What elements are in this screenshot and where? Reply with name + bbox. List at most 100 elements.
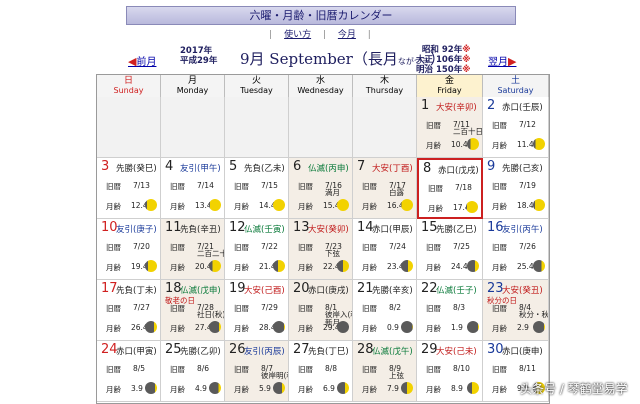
day-cell[interactable]: 12 仏滅(壬寅) 旧暦 7/22 月齢 21.4 bbox=[225, 219, 289, 280]
rokuyo-label: 仏滅(壬寅) bbox=[244, 225, 285, 235]
day-cell[interactable]: 1 大安(辛卯) 旧暦 7/11 二百十日 月齢 10.4 bbox=[417, 97, 483, 158]
right-arrow-icon: ▶ bbox=[508, 55, 517, 68]
day-cell[interactable]: 13 大安(癸卯) 旧暦 7/23 下弦 月齢 22.4 bbox=[289, 219, 353, 280]
moon-phase-icon bbox=[467, 260, 479, 272]
kyureki-label: 旧暦 bbox=[492, 243, 507, 252]
day-cell[interactable]: 24 赤口(甲寅) 旧暦 8/5 月齢 3.9 bbox=[97, 341, 161, 402]
getsurei-label: 月齢 bbox=[106, 324, 121, 333]
moon-phase-icon bbox=[145, 260, 157, 272]
era-showa: 昭和 92年※ bbox=[421, 45, 471, 55]
day-cell[interactable]: 23大安(癸丑)秋分の日旧暦8/4秋分・秋の彼岸月齢2.9 bbox=[483, 280, 549, 341]
day-cell[interactable]: 9 先勝(己亥) 旧暦 7/19 月齢 18.4 bbox=[483, 158, 549, 219]
top-nav: | 使い方 | 今月 | bbox=[126, 27, 514, 40]
calendar-title: 六曜・月齢・旧暦カレンダー bbox=[126, 6, 516, 25]
getsurei-label: 月齢 bbox=[106, 385, 121, 394]
day-cell[interactable]: 5 先負(乙未) 旧暦 7/15 月齢 14.4 bbox=[225, 158, 289, 219]
this-month-link[interactable]: 今月 bbox=[338, 30, 356, 40]
kyureki-value: 8/10 bbox=[453, 364, 470, 373]
empty-day-cell bbox=[289, 97, 353, 158]
getsurei-label: 月齢 bbox=[428, 204, 443, 213]
kyureki-label: 旧暦 bbox=[234, 365, 249, 374]
kyureki-value: 7/14 bbox=[197, 181, 214, 190]
day-cell[interactable]: 29 大安(己未) 旧暦 8/10 月齢 8.9 bbox=[417, 341, 483, 402]
day-cell[interactable]: 17 先負(丁未) 旧暦 7/27 月齢 26.4 bbox=[97, 280, 161, 341]
day-cell[interactable]: 27 先負(丁巳) 旧暦 8/8 月齢 6.9 bbox=[289, 341, 353, 402]
rokuyo-label: 仏滅(戊午) bbox=[372, 347, 413, 357]
weekday-en: Thursday bbox=[365, 86, 404, 95]
kyureki-value: 7/13 bbox=[133, 181, 150, 190]
day-cell[interactable]: 2 赤口(壬辰) 旧暦 7/12 月齢 11.4 bbox=[483, 97, 549, 158]
rokuyo-label: 先負(辛丑) bbox=[180, 225, 221, 235]
kyureki-value: 7/24 bbox=[389, 242, 406, 251]
day-note: 下弦 bbox=[325, 249, 340, 258]
kyureki-label: 旧暦 bbox=[362, 182, 377, 191]
day-cell[interactable]: 3 先勝(癸巳) 旧暦 7/13 月齢 12.4 bbox=[97, 158, 161, 219]
day-cell[interactable]: 21 先勝(辛亥) 旧暦 8/2 月齢 0.9 bbox=[353, 280, 417, 341]
getsurei-value: 1.9 bbox=[451, 323, 463, 332]
day-number: 4 bbox=[165, 159, 174, 174]
empty-day-cell bbox=[225, 97, 289, 158]
moon-phase-icon bbox=[533, 199, 545, 211]
rokuyo-label: 先勝(癸巳) bbox=[116, 164, 157, 174]
day-notes: 満月 bbox=[325, 189, 340, 197]
day-number: 7 bbox=[357, 159, 366, 174]
rokuyo-label: 赤口(庚戌) bbox=[308, 286, 349, 296]
empty-day-cell bbox=[97, 97, 161, 158]
kyureki-label: 旧暦 bbox=[426, 365, 441, 374]
weekday-jp: 木 bbox=[379, 76, 389, 86]
kyureki-label: 旧暦 bbox=[106, 182, 121, 191]
year-block: 2017年 平成29年 bbox=[180, 46, 217, 66]
day-cell[interactable]: 26友引(丙辰)旧暦8/7彼岸明(秋)月齢5.9 bbox=[225, 341, 289, 402]
getsurei-label: 月齢 bbox=[298, 202, 313, 211]
getsurei-label: 月齢 bbox=[426, 141, 441, 150]
day-cell[interactable]: 7 大安(丁酉) 旧暦 7/17 白露 月齢 16.4 bbox=[353, 158, 417, 219]
day-cell[interactable]: 6 仏滅(丙申) 旧暦 7/16 満月 月齢 15.4 bbox=[289, 158, 353, 219]
day-cell[interactable]: 16 友引(丙午) 旧暦 7/26 月齢 25.4 bbox=[483, 219, 549, 280]
weekday-jp: 火 bbox=[251, 76, 261, 86]
day-number: 8 bbox=[423, 161, 432, 176]
day-notes: 二百十日 bbox=[453, 128, 482, 136]
weekday-en: Friday bbox=[437, 86, 462, 95]
day-number: 6 bbox=[293, 159, 302, 174]
getsurei-value: 7.9 bbox=[387, 384, 399, 393]
year-heisei: 平成29年 bbox=[180, 56, 218, 66]
weekday-jp: 日 bbox=[123, 76, 133, 86]
moon-phase-icon bbox=[337, 199, 349, 211]
day-cell[interactable]: 15 先勝(乙巳) 旧暦 7/25 月齢 24.4 bbox=[417, 219, 483, 280]
moon-phase-icon bbox=[467, 138, 479, 150]
day-note: 彼岸明(秋) bbox=[261, 371, 288, 380]
prev-month-link[interactable]: ◀前月 bbox=[128, 53, 156, 68]
kyureki-label: 旧暦 bbox=[298, 182, 313, 191]
getsurei-label: 月齢 bbox=[362, 263, 377, 272]
moon-phase-icon bbox=[533, 260, 545, 272]
day-cell[interactable]: 20赤口(庚戌)旧暦8/1彼岸入(秋)新月月齢29.4 bbox=[289, 280, 353, 341]
day-cell[interactable]: 22 仏滅(壬子) 旧暦 8/3 月齢 1.9 bbox=[417, 280, 483, 341]
rokuyo-label: 仏滅(壬子) bbox=[436, 286, 477, 296]
moon-phase-icon bbox=[401, 260, 413, 272]
day-cell[interactable]: 18 仏滅(戊申) 敬老の日 旧暦 7/28 社日(秋) 月齢 27.4 bbox=[161, 280, 225, 341]
getsurei-value: 2.9 bbox=[517, 323, 529, 332]
day-cell[interactable]: 4 友引(甲午) 旧暦 7/14 月齢 13.4 bbox=[161, 158, 225, 219]
day-cell[interactable]: 8 赤口(戊戌) 旧暦 7/18 月齢 17.4 bbox=[417, 158, 483, 219]
kyureki-label: 旧暦 bbox=[234, 182, 249, 191]
day-cell[interactable]: 28 仏滅(戊午) 旧暦 8/9 上弦 月齢 7.9 bbox=[353, 341, 417, 402]
day-cell[interactable]: 14 赤口(甲辰) 旧暦 7/24 月齢 23.4 bbox=[353, 219, 417, 280]
day-cell[interactable]: 25 先勝(乙卯) 旧暦 8/6 月齢 4.9 bbox=[161, 341, 225, 402]
how-to-use-link[interactable]: 使い方 bbox=[284, 30, 311, 40]
day-cell[interactable]: 10 友引(庚子) 旧暦 7/20 月齢 19.4 bbox=[97, 219, 161, 280]
day-number: 5 bbox=[229, 159, 238, 174]
kyureki-label: 旧暦 bbox=[298, 304, 313, 313]
day-notes: 彼岸明(秋) bbox=[261, 371, 288, 380]
day-cell[interactable]: 11先負(辛丑)旧暦7/21二百二十日月齢20.4 bbox=[161, 219, 225, 280]
day-number: 1 bbox=[421, 98, 430, 113]
rokuyo-label: 先勝(乙卯) bbox=[180, 347, 221, 357]
moon-phase-icon bbox=[209, 321, 221, 333]
rokuyo-label: 大安(己酉) bbox=[244, 286, 285, 296]
nav-separator: | bbox=[269, 30, 273, 40]
next-month-link[interactable]: 翌月▶ bbox=[488, 53, 516, 68]
kyureki-value: 7/15 bbox=[261, 181, 278, 190]
moon-phase-icon bbox=[145, 382, 157, 394]
getsurei-label: 月齢 bbox=[298, 324, 313, 333]
kyureki-label: 旧暦 bbox=[170, 304, 185, 313]
day-cell[interactable]: 19 大安(己酉) 旧暦 7/29 月齢 28.4 bbox=[225, 280, 289, 341]
